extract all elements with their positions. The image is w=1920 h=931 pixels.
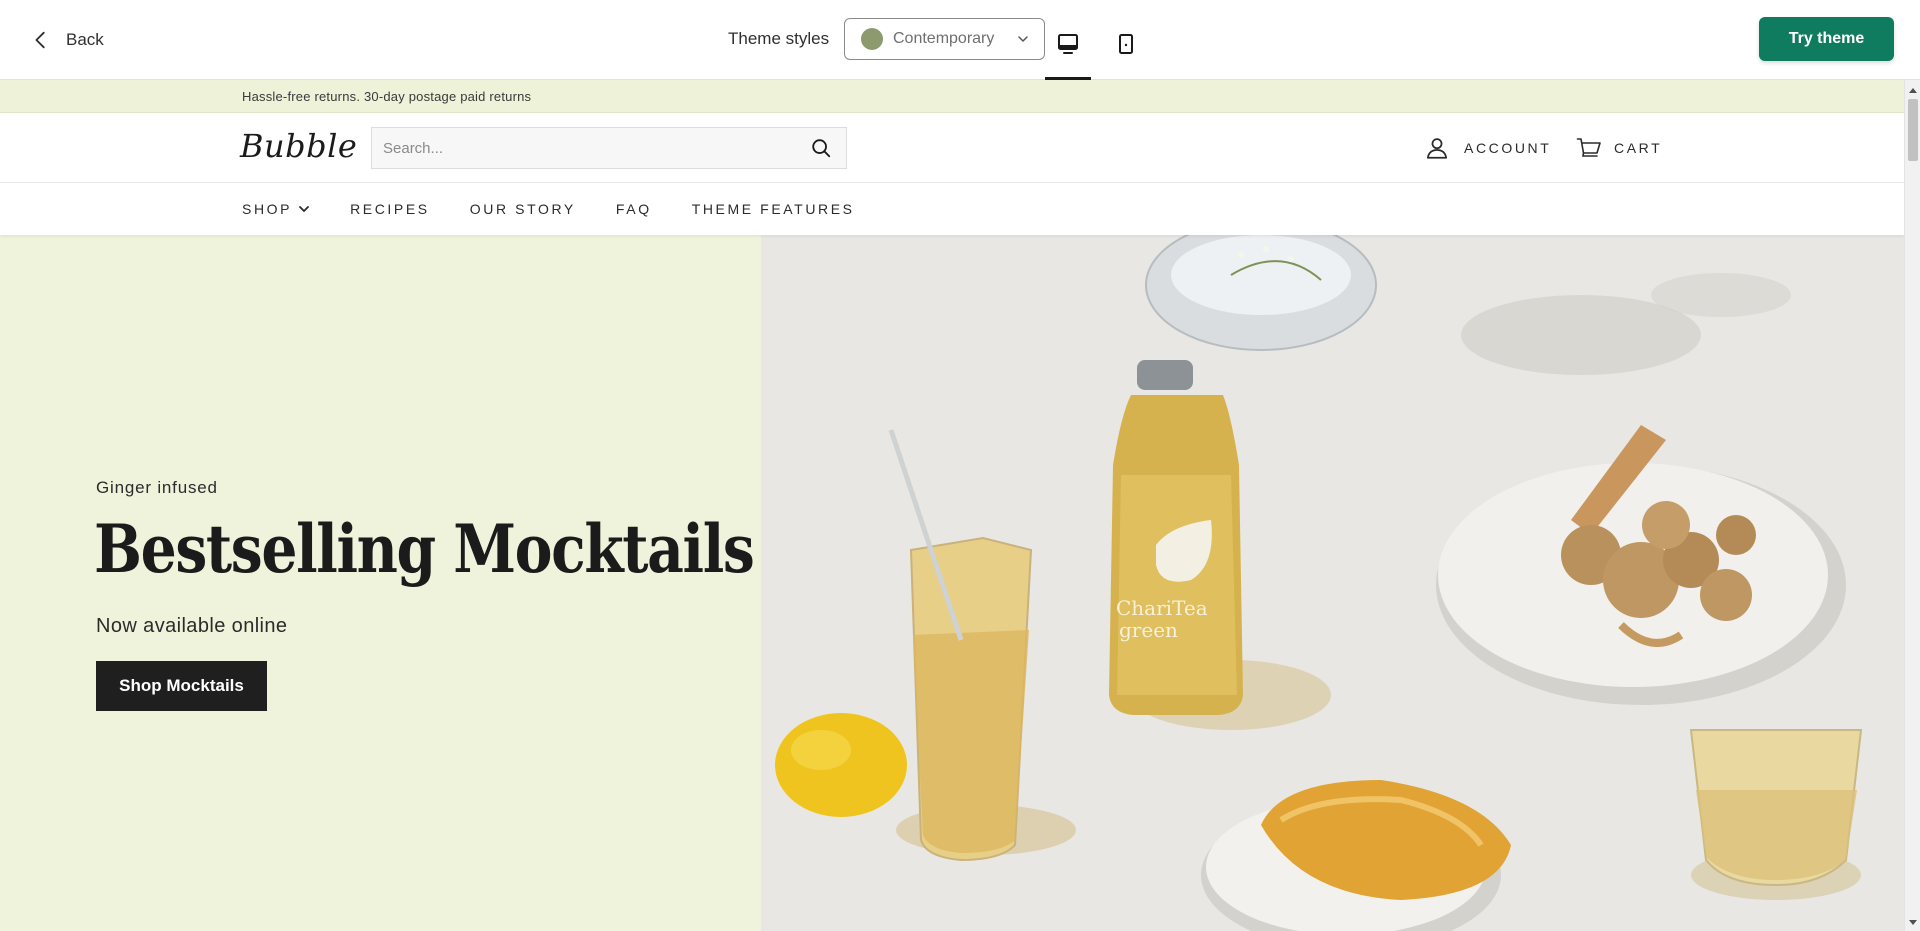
account-label: ACCOUNT	[1464, 140, 1552, 156]
page-scrollbar[interactable]	[1904, 80, 1920, 931]
chevron-down-icon	[1018, 36, 1028, 42]
search-bar	[371, 127, 847, 169]
nav-item-theme-features[interactable]: THEME FEATURES	[692, 201, 855, 217]
mocktails-photo: ChariTea green	[761, 235, 1904, 931]
preview-toolbar: Back Theme styles Contemporary Try theme	[0, 0, 1920, 80]
mobile-preview-button[interactable]	[1103, 24, 1149, 80]
hero-headline: Bestselling Mocktails	[94, 510, 755, 588]
store-logo[interactable]: Bubble	[240, 127, 357, 165]
nav-item-faq[interactable]: FAQ	[616, 201, 652, 217]
hero-image: ChariTea green	[761, 235, 1904, 931]
shop-mocktails-button[interactable]: Shop Mocktails	[96, 661, 267, 711]
bottle-label-line1: ChariTea	[1116, 596, 1208, 620]
theme-style-select[interactable]: Contemporary	[844, 18, 1045, 60]
bottle-label-line2: green	[1119, 618, 1178, 642]
chevron-down-icon	[299, 206, 309, 212]
chevron-left-icon	[35, 31, 45, 49]
cart-icon	[1576, 138, 1601, 157]
try-theme-button[interactable]: Try theme	[1759, 17, 1894, 61]
back-label: Back	[66, 30, 104, 49]
style-swatch	[861, 28, 883, 50]
scroll-up-arrow[interactable]	[1909, 88, 1917, 93]
nav-item-our-story[interactable]: OUR STORY	[470, 201, 576, 217]
hero-banner: Ginger infused Bestselling Mocktails Now…	[0, 235, 1904, 931]
nav-item-shop[interactable]: SHOP	[242, 201, 310, 217]
hero-eyebrow: Ginger infused	[96, 478, 218, 497]
nav-label: SHOP	[242, 201, 293, 217]
search-input[interactable]	[383, 139, 796, 157]
store-preview: Hassle-free returns. 30-day postage paid…	[0, 80, 1904, 931]
search-icon	[812, 139, 831, 158]
announcement-bar: Hassle-free returns. 30-day postage paid…	[0, 80, 1904, 113]
store-header: Bubble ACCOUNT CART	[0, 113, 1904, 183]
main-nav: SHOP RECIPES OUR STORY FAQ THEME FEATURE…	[0, 183, 1904, 235]
back-button[interactable]: Back	[30, 26, 104, 54]
cart-link[interactable]: CART	[1576, 135, 1662, 161]
hero-text-panel: Ginger infused Bestselling Mocktails Now…	[0, 235, 761, 931]
desktop-preview-button[interactable]	[1045, 24, 1091, 80]
cart-label: CART	[1614, 140, 1663, 156]
nav-item-recipes[interactable]: RECIPES	[350, 201, 430, 217]
account-link[interactable]: ACCOUNT	[1424, 135, 1551, 161]
scroll-thumb[interactable]	[1908, 99, 1918, 161]
search-button[interactable]	[796, 128, 846, 168]
theme-styles-label: Theme styles	[728, 29, 830, 48]
theme-style-value: Contemporary	[893, 30, 995, 47]
scroll-down-arrow[interactable]	[1909, 920, 1917, 925]
hero-subheading: Now available online	[96, 615, 288, 637]
desktop-icon	[1058, 34, 1078, 54]
user-icon	[1426, 138, 1448, 159]
mobile-icon	[1119, 34, 1133, 54]
